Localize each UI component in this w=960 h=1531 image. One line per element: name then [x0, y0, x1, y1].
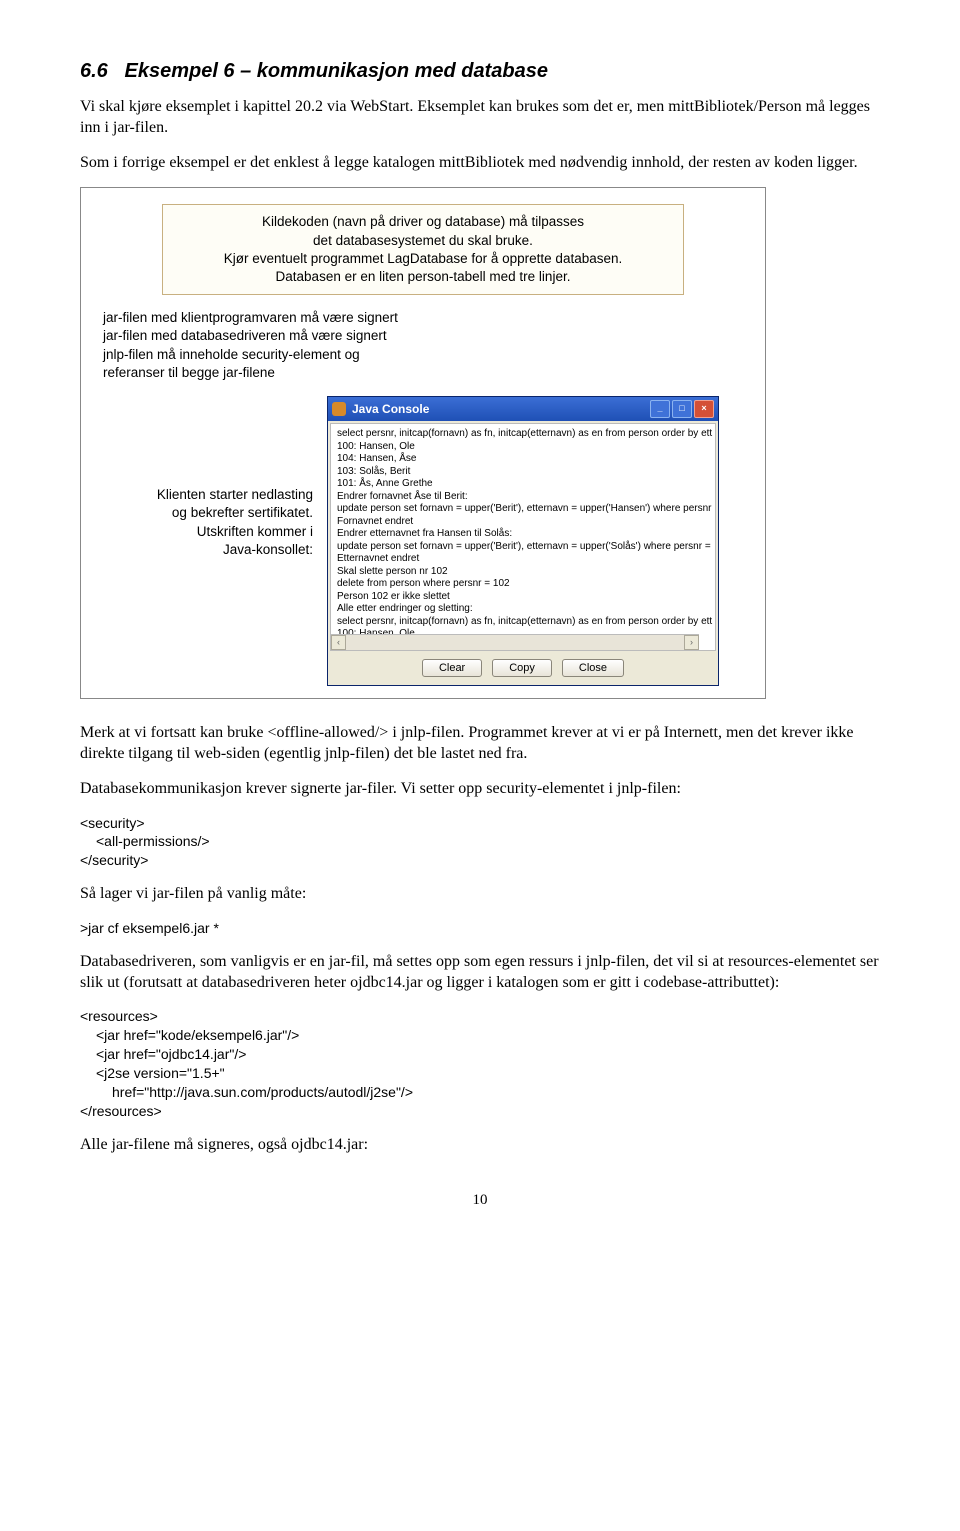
console-line: select persnr, initcap(fornavn) as fn, i…: [337, 428, 709, 441]
close-console-button[interactable]: Close: [562, 659, 624, 677]
paragraph: Alle jar-filene må signeres, også ojdbc1…: [80, 1135, 880, 1156]
code-line: <all-permissions/>: [96, 832, 880, 851]
caption-line: Klienten starter nedlasting: [93, 486, 313, 504]
caption-line: Java-konsollet:: [93, 541, 313, 559]
list-item: jar-filen med databasedriveren må være s…: [103, 327, 753, 345]
console-body[interactable]: select persnr, initcap(fornavn) as fn, i…: [330, 423, 716, 651]
console-line: Skal slette person nr 102: [337, 566, 709, 579]
code-block: >jar cf eksempel6.jar *: [80, 919, 880, 938]
page-number: 10: [80, 1192, 880, 1209]
console-line: Etternavnet endret: [337, 553, 709, 566]
callout-line: Kildekoden (navn på driver og database) …: [173, 213, 673, 231]
console-line: Endrer etternavnet fra Hansen til Solås:: [337, 528, 709, 541]
section-number: 6.6: [80, 60, 108, 82]
minimize-button[interactable]: _: [650, 400, 670, 418]
console-line: delete from person where persnr = 102: [337, 578, 709, 591]
console-line: update person set fornavn = upper('Berit…: [337, 541, 709, 554]
console-title: Java Console: [352, 402, 429, 416]
console-line: 101: Ås, Anne Grethe: [337, 478, 709, 491]
code-line: <jar href="kode/eksempel6.jar"/>: [96, 1026, 880, 1045]
caption-line: Utskriften kommer i: [93, 523, 313, 541]
console-line: Alle etter endringer og sletting:: [337, 603, 709, 616]
bullet-list: jar-filen med klientprogramvaren må være…: [103, 309, 753, 382]
paragraph: Databasekommunikasjon krever signerte ja…: [80, 779, 880, 800]
console-line: update person set fornavn = upper('Berit…: [337, 503, 709, 516]
figure-lower-row: Klienten starter nedlasting og bekrefter…: [93, 396, 753, 686]
figure-caption: Klienten starter nedlasting og bekrefter…: [93, 486, 313, 559]
horizontal-scrollbar[interactable]: ‹ ›: [331, 634, 699, 650]
copy-button[interactable]: Copy: [492, 659, 552, 677]
code-line: <j2se version="1.5+": [96, 1064, 880, 1083]
clear-button[interactable]: Clear: [422, 659, 482, 677]
list-item: jar-filen med klientprogramvaren må være…: [103, 309, 753, 327]
console-line: 103: Solås, Berit: [337, 466, 709, 479]
code-line: </resources>: [80, 1102, 880, 1121]
console-line: 104: Hansen, Åse: [337, 453, 709, 466]
paragraph: Vi skal kjøre eksemplet i kapittel 20.2 …: [80, 97, 880, 139]
section-title: 6.6 Eksempel 6 – kommunikasjon med datab…: [80, 60, 880, 83]
code-line: <jar href="ojdbc14.jar"/>: [96, 1045, 880, 1064]
console-line: select persnr, initcap(fornavn) as fn, i…: [337, 616, 709, 629]
paragraph: Merk at vi fortsatt kan bruke <offline-a…: [80, 723, 880, 765]
java-icon: [332, 402, 346, 416]
console-line: Person 102 er ikke slettet: [337, 591, 709, 604]
paragraph: Databasedriveren, som vanligvis er en ja…: [80, 952, 880, 994]
callout-box: Kildekoden (navn på driver og database) …: [162, 204, 684, 295]
figure-box: Kildekoden (navn på driver og database) …: [80, 187, 766, 699]
code-line: <resources>: [80, 1007, 880, 1026]
section-heading: Eksempel 6 – kommunikasjon med database: [124, 60, 548, 82]
callout-line: Databasen er en liten person-tabell med …: [173, 268, 673, 286]
code-line: </security>: [80, 851, 880, 870]
code-line: href="http://java.sun.com/products/autod…: [112, 1083, 880, 1102]
caption-line: og bekrefter sertifikatet.: [93, 504, 313, 522]
java-console-window: Java Console _ □ × select persnr, initca…: [327, 396, 719, 686]
console-line: Fornavnet endret: [337, 516, 709, 529]
console-button-row: Clear Copy Close: [328, 653, 718, 685]
paragraph: Som i forrige eksempel er det enklest å …: [80, 153, 880, 174]
code-block: <security> <all-permissions/> </security…: [80, 814, 880, 871]
scroll-right-icon[interactable]: ›: [684, 635, 699, 650]
paragraph: Så lager vi jar-filen på vanlig måte:: [80, 884, 880, 905]
scroll-left-icon[interactable]: ‹: [331, 635, 346, 650]
code-block: <resources> <jar href="kode/eksempel6.ja…: [80, 1007, 880, 1120]
close-button[interactable]: ×: [694, 400, 714, 418]
callout-line: det databasesystemet du skal bruke.: [173, 232, 673, 250]
list-item: jnlp-filen må inneholde security-element…: [103, 346, 753, 364]
list-item: referanser til begge jar-filene: [103, 364, 753, 382]
callout-line: Kjør eventuelt programmet LagDatabase fo…: [173, 250, 673, 268]
console-line: 100: Hansen, Ole: [337, 441, 709, 454]
console-titlebar[interactable]: Java Console _ □ ×: [328, 397, 718, 421]
maximize-button[interactable]: □: [672, 400, 692, 418]
console-line: Endrer fornavnet Åse til Berit:: [337, 491, 709, 504]
code-line: <security>: [80, 814, 880, 833]
code-line: >jar cf eksempel6.jar *: [80, 919, 880, 938]
